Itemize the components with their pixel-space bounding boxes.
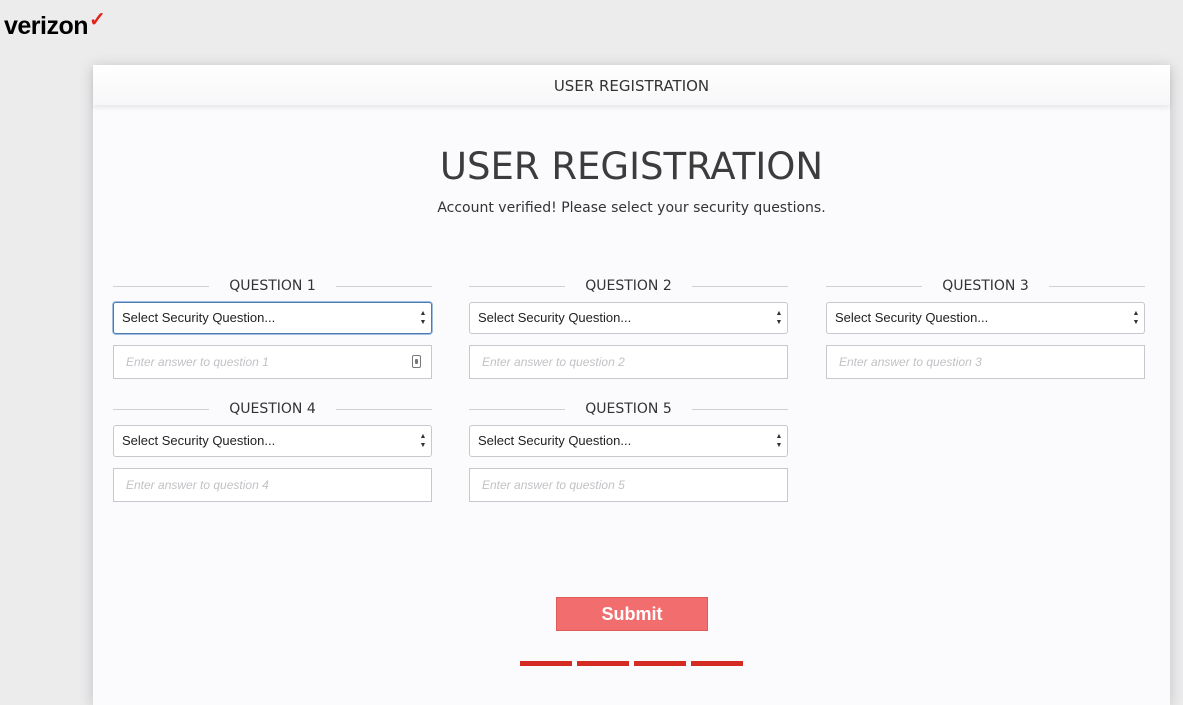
- verizon-logo: verizon✓: [4, 9, 106, 41]
- page-title: USER REGISTRATION: [439, 145, 824, 188]
- submit-button[interactable]: Submit: [556, 597, 708, 631]
- question-2-group: QUESTION 2 Select Security Question... ▲…: [469, 278, 788, 379]
- select-arrows-icon: ▲ ▼: [419, 433, 427, 449]
- select-arrows-icon: ▲ ▼: [1132, 310, 1140, 326]
- registration-panel: USER REGISTRATION USER REGISTRATION Acco…: [93, 65, 1170, 705]
- question-1-answer-placeholder: Enter answer to question 1: [126, 355, 269, 369]
- question-3-answer-input[interactable]: Enter answer to question 3: [826, 345, 1145, 379]
- select-arrows-icon: ▲ ▼: [419, 310, 427, 326]
- select-arrows-icon: ▲ ▼: [775, 433, 783, 449]
- question-5-answer-placeholder: Enter answer to question 5: [482, 478, 625, 492]
- page-subtitle: Account verified! Please select your sec…: [437, 200, 826, 216]
- progress-step: [691, 661, 743, 666]
- progress-step: [577, 661, 629, 666]
- password-manager-icon[interactable]: [412, 355, 421, 368]
- question-2-answer-placeholder: Enter answer to question 2: [482, 355, 625, 369]
- question-3-select-value: Select Security Question...: [835, 310, 989, 325]
- question-3-select[interactable]: Select Security Question... ▲ ▼: [826, 302, 1145, 334]
- check-mark-icon: ✓: [89, 9, 106, 31]
- question-4-select[interactable]: Select Security Question... ▲ ▼: [113, 425, 432, 457]
- progress-indicator: [520, 651, 748, 670]
- question-4-label: QUESTION 4: [113, 401, 432, 417]
- question-1-label: QUESTION 1: [113, 278, 432, 294]
- progress-step: [634, 661, 686, 666]
- question-4-answer-placeholder: Enter answer to question 4: [126, 478, 269, 492]
- question-3-label: QUESTION 3: [826, 278, 1145, 294]
- question-4-group: QUESTION 4 Select Security Question... ▲…: [113, 401, 432, 502]
- question-1-group: QUESTION 1 Select Security Question... ▲…: [113, 278, 432, 379]
- progress-step: [520, 661, 572, 666]
- question-5-select-value: Select Security Question...: [478, 433, 632, 448]
- question-2-label: QUESTION 2: [469, 278, 788, 294]
- question-5-answer-input[interactable]: Enter answer to question 5: [469, 468, 788, 502]
- question-1-select-value: Select Security Question...: [122, 310, 276, 325]
- select-arrows-icon: ▲ ▼: [775, 310, 783, 326]
- question-1-select[interactable]: Select Security Question... ▲ ▼: [113, 302, 432, 334]
- question-3-group: QUESTION 3 Select Security Question... ▲…: [826, 278, 1145, 379]
- question-5-group: QUESTION 5 Select Security Question... ▲…: [469, 401, 788, 502]
- question-4-select-value: Select Security Question...: [122, 433, 276, 448]
- question-5-label: QUESTION 5: [469, 401, 788, 417]
- logo-wordmark: verizon: [4, 12, 89, 40]
- question-5-select[interactable]: Select Security Question... ▲ ▼: [469, 425, 788, 457]
- question-2-select[interactable]: Select Security Question... ▲ ▼: [469, 302, 788, 334]
- question-4-answer-input[interactable]: Enter answer to question 4: [113, 468, 432, 502]
- question-2-answer-input[interactable]: Enter answer to question 2: [469, 345, 788, 379]
- question-1-answer-input[interactable]: Enter answer to question 1: [113, 345, 432, 379]
- panel-header: USER REGISTRATION: [93, 65, 1170, 105]
- question-2-select-value: Select Security Question...: [478, 310, 632, 325]
- question-3-answer-placeholder: Enter answer to question 3: [839, 355, 982, 369]
